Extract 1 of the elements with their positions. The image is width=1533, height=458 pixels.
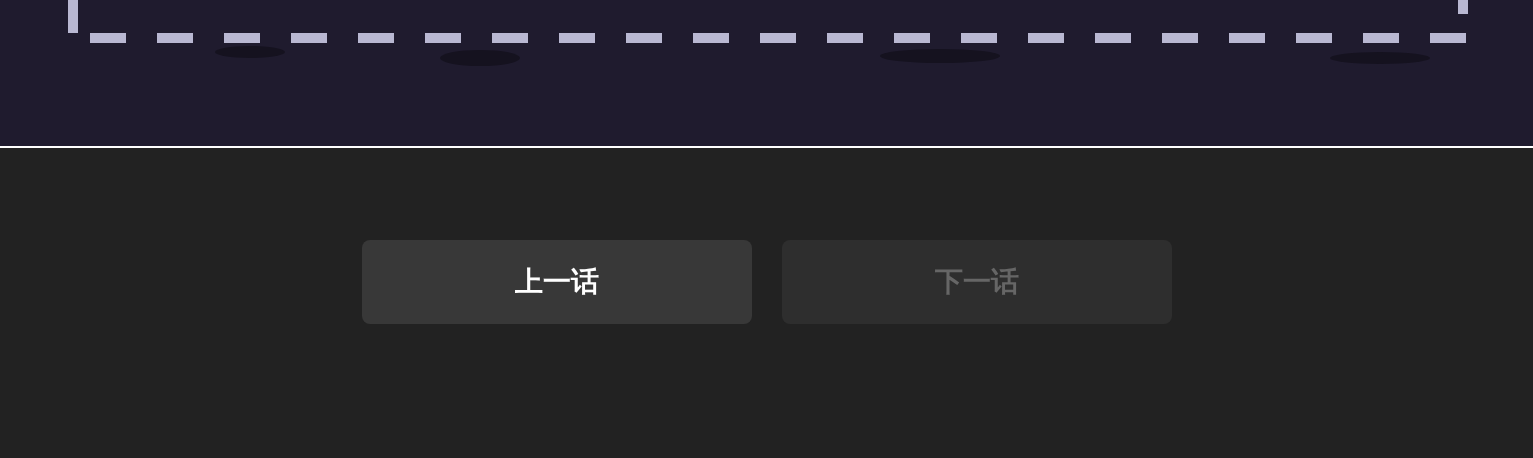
previous-chapter-button[interactable]: 上一话 — [361, 240, 752, 324]
